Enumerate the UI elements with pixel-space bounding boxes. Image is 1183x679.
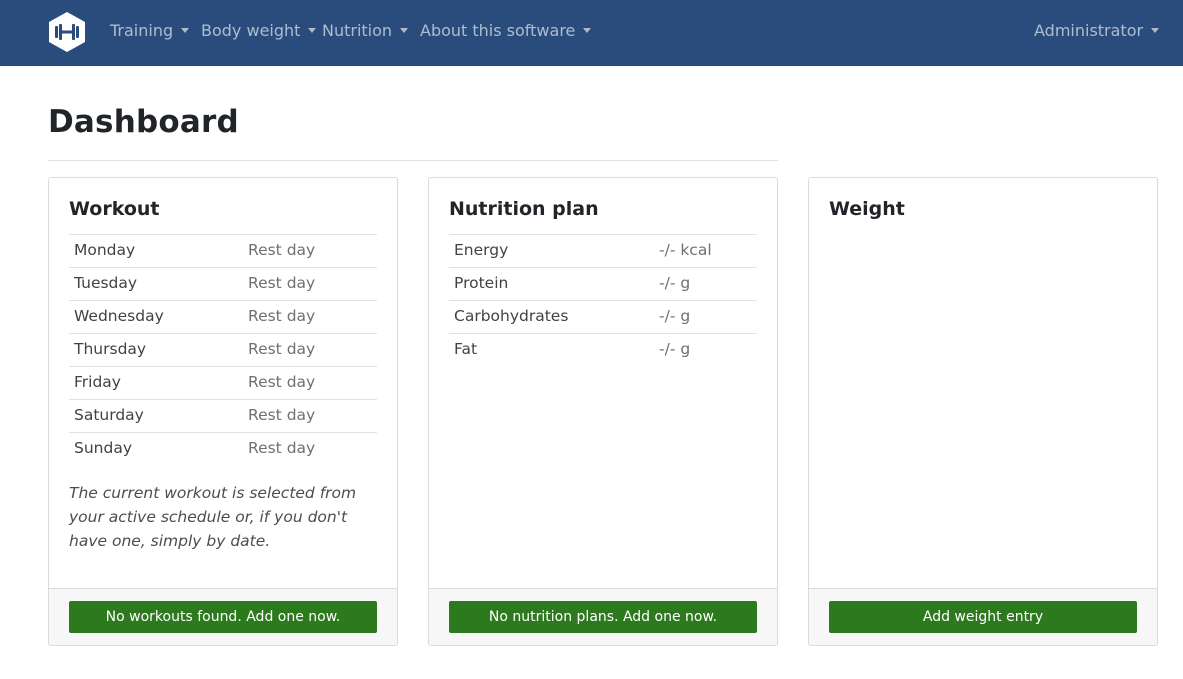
caret-down-icon <box>400 28 409 33</box>
day-label: Sunday <box>74 439 132 457</box>
nav-about-label: About this software <box>420 21 576 40</box>
caret-down-icon <box>308 28 317 33</box>
nav-about[interactable]: About this software <box>420 0 592 66</box>
table-row: Fat -/- g <box>449 333 757 366</box>
day-status: Rest day <box>248 340 316 358</box>
day-status: Rest day <box>248 373 316 391</box>
nutrition-card: Nutrition plan Energy -/- kcal Protein -/-… <box>428 177 778 646</box>
nutrient-label: Protein <box>454 274 509 292</box>
nutrient-value: -/- g <box>659 307 691 325</box>
nav-body-weight[interactable]: Body weight <box>201 0 317 66</box>
dumbbell-logo-icon[interactable] <box>47 11 87 53</box>
page-title: Dashboard <box>48 104 239 140</box>
title-divider <box>48 160 778 161</box>
day-label: Monday <box>74 241 136 259</box>
day-label: Wednesday <box>74 307 164 325</box>
day-label: Saturday <box>74 406 144 424</box>
nutrient-label: Energy <box>454 241 509 259</box>
workout-table: Monday Rest day Tuesday Rest day Wednesday… <box>69 234 377 465</box>
nutrition-card-footer: No nutrition plans. Add one now. <box>429 588 777 645</box>
day-label: Friday <box>74 373 121 391</box>
caret-down-icon <box>181 28 190 33</box>
add-nutrition-plan-button[interactable]: No nutrition plans. Add one now. <box>449 601 757 633</box>
table-row: Carbohydrates -/- g <box>449 300 757 333</box>
nutrient-value: -/- g <box>659 340 691 358</box>
workout-note: The current workout is selected from you… <box>69 484 357 550</box>
nav-user-label: Administrator <box>1034 21 1144 40</box>
nutrition-table: Energy -/- kcal Protein -/- g Carbohydrate… <box>449 234 757 366</box>
nutrient-value: -/- kcal <box>659 241 712 259</box>
workout-card-title: Workout <box>69 198 160 220</box>
nav-nutrition-label: Nutrition <box>322 21 393 40</box>
day-status: Rest day <box>248 241 316 259</box>
nav-body-weight-label: Body weight <box>201 21 301 40</box>
day-status: Rest day <box>248 307 316 325</box>
workout-card: Workout Monday Rest day Tuesday Rest day W… <box>48 177 398 646</box>
workout-card-footer: No workouts found. Add one now. <box>49 588 397 645</box>
table-row: Tuesday Rest day <box>69 267 377 300</box>
table-row: Protein -/- g <box>449 267 757 300</box>
top-navbar: Training Body weight Nutrition About thi… <box>0 0 1183 66</box>
day-status: Rest day <box>248 439 316 457</box>
weight-card-title: Weight <box>829 198 905 220</box>
day-status: Rest day <box>248 406 316 424</box>
day-label: Tuesday <box>74 274 138 292</box>
add-workout-button[interactable]: No workouts found. Add one now. <box>69 601 377 633</box>
nav-training-label: Training <box>110 21 174 40</box>
caret-down-icon <box>1151 28 1160 33</box>
table-row: Saturday Rest day <box>69 399 377 432</box>
table-row: Friday Rest day <box>69 366 377 399</box>
day-label: Thursday <box>74 340 147 358</box>
nav-user-menu[interactable]: Administrator <box>1034 0 1160 66</box>
nutrient-label: Fat <box>454 340 478 358</box>
nutrient-value: -/- g <box>659 274 691 292</box>
weight-card-footer: Add weight entry <box>809 588 1157 645</box>
table-row: Wednesday Rest day <box>69 300 377 333</box>
table-row: Sunday Rest day <box>69 432 377 465</box>
nav-training[interactable]: Training <box>110 0 190 66</box>
add-weight-entry-button[interactable]: Add weight entry <box>829 601 1137 633</box>
table-row: Thursday Rest day <box>69 333 377 366</box>
table-row: Monday Rest day <box>69 234 377 267</box>
nav-nutrition[interactable]: Nutrition <box>322 0 409 66</box>
nutrient-label: Carbohydrates <box>454 307 569 325</box>
table-row: Energy -/- kcal <box>449 234 757 267</box>
weight-card: Weight Add weight entry <box>808 177 1158 646</box>
nutrition-card-title: Nutrition plan <box>449 198 599 220</box>
caret-down-icon <box>583 28 592 33</box>
day-status: Rest day <box>248 274 316 292</box>
